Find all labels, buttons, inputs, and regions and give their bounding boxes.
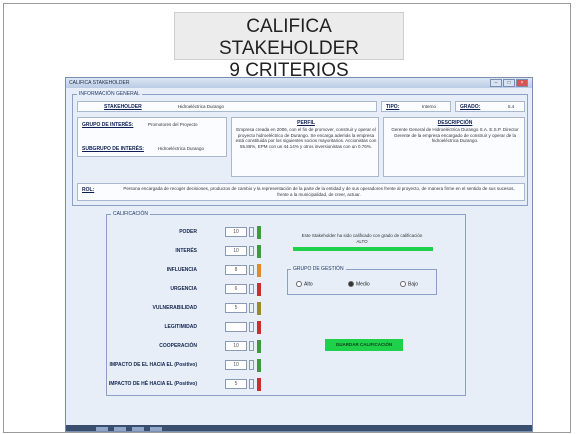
grado-label: GRADO:: [460, 104, 481, 110]
criterion-level-bar: [257, 264, 261, 277]
rol-field[interactable]: ROL: Persona encargada de recoger decisi…: [77, 183, 525, 201]
calificacion-caption: CALIFICACIÓN: [111, 211, 151, 217]
grupo-gestion-box: GRUPO DE GESTIÓN Alto Medio Bajo: [287, 266, 437, 295]
descripcion-label: DESCRIPCIÓN: [437, 120, 473, 126]
criterion-label: URGENCIA: [170, 286, 197, 292]
criterion-level-bar: [257, 378, 261, 391]
criterion-spinner[interactable]: [249, 227, 254, 237]
option-alto[interactable]: Alto: [296, 281, 313, 287]
tipo-field[interactable]: TIPO: Interno: [381, 101, 451, 112]
stakeholder-label: STAKEHOLDER: [104, 104, 142, 110]
result-text: Este Stakeholder ha sido calificado con …: [301, 233, 423, 244]
grupo-field[interactable]: GRUPO DE INTERÉS: Promotores del Proyect…: [77, 117, 227, 157]
option-bajo[interactable]: Bajo: [400, 281, 418, 287]
grupo-value: Promotores del Proyecto: [148, 122, 198, 127]
grado-field[interactable]: GRADO: 5.4: [455, 101, 525, 112]
medio-radio[interactable]: [348, 281, 354, 287]
criterion-level-bar: [257, 321, 261, 334]
slide-title: CALIFICA STAKEHOLDER 9 CRITERIOS: [174, 12, 404, 81]
criterion-label: LEGITIMIDAD: [164, 324, 198, 330]
tipo-value: Interno: [422, 104, 437, 109]
calificacion-group: CALIFICACIÓN PODER 10 INTERÉS 10 INFLUENCIA 8…: [106, 211, 466, 396]
criterion-level-bar: [257, 226, 261, 239]
taskbar-icon[interactable]: [150, 427, 162, 431]
subgrupo-value: Hidroeléctrica Durango: [158, 146, 205, 151]
criterion-input[interactable]: 5: [225, 379, 247, 389]
taskbar-icon[interactable]: [96, 427, 108, 431]
taskbar-icon[interactable]: [114, 427, 126, 431]
guardar-button[interactable]: GUARDAR CALIFICACIÓN: [325, 339, 403, 351]
alto-radio[interactable]: [296, 281, 302, 287]
tipo-label: TIPO:: [386, 104, 400, 110]
criterion-spinner[interactable]: [249, 284, 254, 294]
criterion-input[interactable]: 10: [225, 227, 247, 237]
criterion-level-bar: [257, 359, 261, 372]
criterion-label: COOPERACIÓN: [159, 343, 197, 349]
rol-text: Persona encargada de recoger decisiones,…: [123, 186, 515, 197]
criterion-label: IMPACTO DE HÉ HACIA EL (Positivo): [108, 381, 197, 387]
criterion-level-bar: [257, 340, 261, 353]
criterion-label: INFLUENCIA: [166, 267, 197, 273]
window-title: CALIFICA STAKEHOLDER: [69, 80, 130, 86]
rol-label: ROL:: [82, 187, 95, 193]
criterion-input[interactable]: 10: [225, 341, 247, 351]
criterion-label: IMPACTO DE EL HACIA EL (Positivo): [109, 362, 197, 368]
criterion-input[interactable]: 6: [225, 284, 247, 294]
criterion-level-bar: [257, 302, 261, 315]
criterion-spinner[interactable]: [249, 265, 254, 275]
criterion-label: VULNERABILIDAD: [152, 305, 197, 311]
criterion-level-bar: [257, 245, 261, 258]
criterion-input[interactable]: 8: [225, 265, 247, 275]
option-medio[interactable]: Medio: [348, 281, 370, 287]
criterion-spinner[interactable]: [249, 303, 254, 313]
criterion-input[interactable]: [225, 322, 247, 332]
minimize-button[interactable]: –: [490, 79, 502, 87]
criterion-input[interactable]: 5: [225, 303, 247, 313]
taskbar-icon[interactable]: [132, 427, 144, 431]
bajo-radio[interactable]: [400, 281, 406, 287]
criterion-input[interactable]: 10: [225, 246, 247, 256]
info-group: INFORMACIÓN GENERAL STAKEHOLDER Hidroelé…: [72, 91, 528, 206]
perfil-label: PERFIL: [297, 120, 315, 126]
grado-value: 5.4: [508, 104, 515, 109]
grupo-gestion-caption: GRUPO DE GESTIÓN: [291, 266, 346, 272]
stakeholder-field[interactable]: STAKEHOLDER Hidroeléctrica Durango: [77, 101, 377, 112]
califica-window: CALIFICA STAKEHOLDER – □ × INFORMACIÓN G…: [65, 77, 533, 432]
criterion-level-bar: [257, 283, 261, 296]
result-bar: [293, 247, 433, 251]
descripcion-text: Gerente General de Hidroeléctrica Durang…: [391, 127, 519, 143]
window-titlebar: CALIFICA STAKEHOLDER: [66, 78, 532, 88]
subgrupo-label: SUBGRUPO DE INTERÉS:: [82, 146, 144, 152]
stakeholder-value: Hidroeléctrica Durango: [178, 104, 225, 109]
descripcion-field[interactable]: DESCRIPCIÓN Gerente General de Hidroeléc…: [383, 117, 525, 177]
perfil-field[interactable]: PERFIL Empresa creada en 2006, con el fi…: [231, 117, 379, 177]
grupo-label: GRUPO DE INTERÉS:: [82, 122, 134, 128]
criterion-spinner[interactable]: [249, 341, 254, 351]
taskbar: [66, 425, 532, 431]
criterion-label: INTERÉS: [175, 248, 197, 254]
slide-title-line1: CALIFICA STAKEHOLDER: [218, 16, 360, 59]
perfil-text: Empresa creada en 2006, con el fin de pr…: [235, 127, 377, 149]
criterion-spinner[interactable]: [249, 379, 254, 389]
info-group-caption: INFORMACIÓN GENERAL: [77, 91, 142, 97]
criterion-label: PODER: [179, 229, 197, 235]
criterion-spinner[interactable]: [249, 360, 254, 370]
criterion-input[interactable]: 10: [225, 360, 247, 370]
criterion-spinner[interactable]: [249, 246, 254, 256]
close-button[interactable]: ×: [516, 79, 528, 87]
criterion-spinner[interactable]: [249, 322, 254, 332]
maximize-button[interactable]: □: [503, 79, 515, 87]
